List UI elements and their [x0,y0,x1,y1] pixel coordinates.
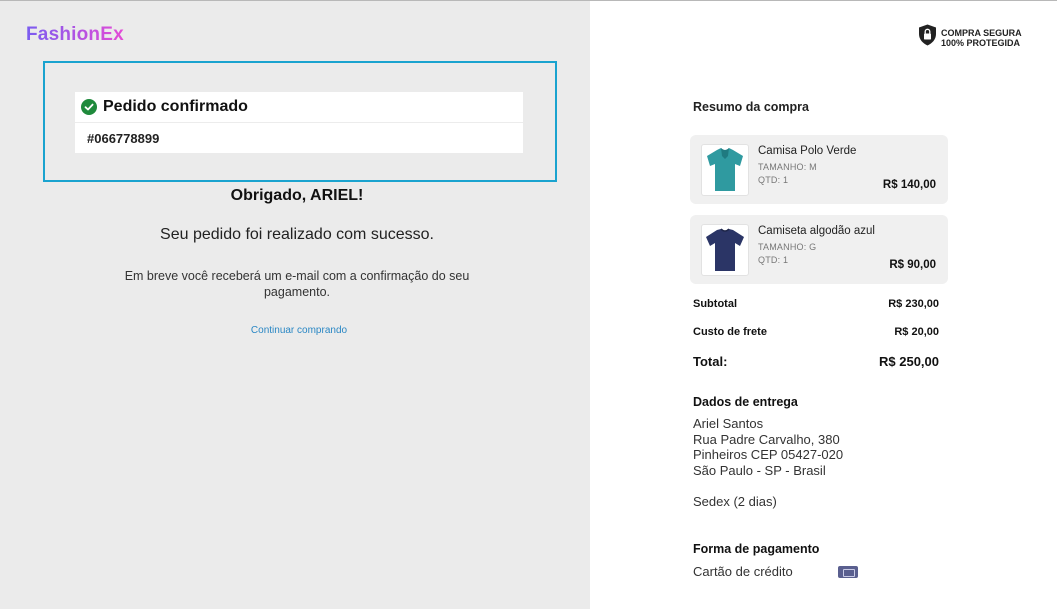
item-name: Camiseta algodão azul [758,225,875,237]
confirmation-header: Pedido confirmado [75,92,523,123]
delivery-city: São Paulo - SP - Brasil [693,462,826,478]
shipping-cost-value: R$ 20,00 [894,326,939,338]
shield-lock-icon [918,24,937,51]
subtotal-value: R$ 230,00 [888,298,939,310]
subtotal-label: Subtotal [693,298,737,310]
confirmation-title: Pedido confirmado [103,98,248,115]
total-label: Total: [693,354,728,369]
item-name: Camisa Polo Verde [758,145,857,157]
item-quantity: QTD: 1 [758,175,789,185]
check-circle-icon [81,99,97,115]
total-row: Total: R$ 250,00 [693,354,939,369]
blue-tshirt-image [701,224,749,276]
delivery-title: Dados de entrega [693,395,798,409]
continue-shopping-link[interactable]: Continuar comprando [0,325,598,336]
cart-item[interactable]: Camiseta algodão azul TAMANHO: G QTD: 1 … [690,215,948,284]
payment-title: Forma de pagamento [693,542,820,556]
shipping-method: Sedex (2 dias) [693,494,777,509]
delivery-district: Pinheiros CEP 05427-020 [693,447,844,462]
secure-purchase-badge: COMPRA SEGURA 100% PROTEGIDA [918,24,1022,51]
item-size: TAMANHO: G [758,242,817,252]
credit-card-icon [838,566,858,578]
email-notice: Em breve você receberá um e-mail com a c… [124,269,470,299]
secure-line-2: 100% PROTEGIDA [941,37,1021,48]
thank-you-heading: Obrigado, ARIEL! [230,187,364,204]
item-price: R$ 90,00 [889,259,936,271]
delivery-street: Rua Padre Carvalho, 380 [693,431,840,447]
green-polo-shirt-image [701,144,749,196]
delivery-address: Ariel Santos Rua Padre Carvalho, 380 Pin… [693,416,843,478]
cart-item[interactable]: Camisa Polo Verde TAMANHO: M QTD: 1 R$ 1… [690,135,948,204]
item-price: R$ 140,00 [882,179,936,191]
summary-title: Resumo da compra [693,100,810,114]
fashionex-logo[interactable]: FashionEx [26,24,124,46]
shipping-cost-label: Custo de frete [693,326,767,338]
order-confirmation-card: Pedido confirmado #066778899 [75,92,523,153]
success-message: Seu pedido foi realizado com sucesso. [160,226,434,243]
delivery-name: Ariel Santos [693,416,764,431]
item-size: TAMANHO: M [758,162,817,172]
total-value: R$ 250,00 [879,354,939,369]
secure-text: COMPRA SEGURA 100% PROTEGIDA [941,28,1022,48]
payment-method: Cartão de crédito [693,564,793,579]
subtotal-row: Subtotal R$ 230,00 [693,298,939,310]
order-number: #066778899 [87,131,160,146]
secure-line-1: COMPRA SEGURA [941,27,1022,38]
shipping-cost-row: Custo de frete R$ 20,00 [693,326,939,338]
item-quantity: QTD: 1 [758,255,789,265]
